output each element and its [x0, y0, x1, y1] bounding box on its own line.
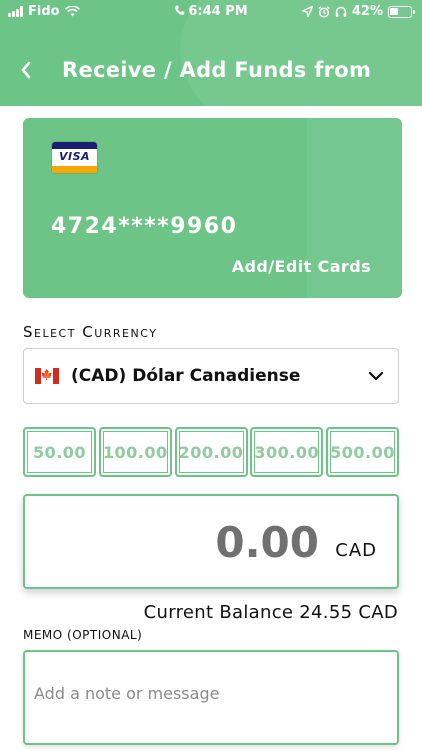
- time-label: 6:44 PM: [188, 4, 248, 19]
- card-number: 4724****9960: [51, 214, 238, 239]
- battery-icon: [388, 5, 415, 18]
- headphones-icon: [335, 6, 347, 17]
- status-time: 6:44 PM: [0, 4, 422, 19]
- header: Fido 6:44 PM 42% Receive / Add Funds fro…: [0, 0, 422, 106]
- phone-icon: [175, 5, 185, 15]
- location-icon: [301, 6, 313, 17]
- amount-currency: CAD: [335, 540, 377, 561]
- amount-option-button[interactable]: 100.00: [98, 427, 172, 477]
- chevron-left-icon: [21, 61, 31, 79]
- add-edit-cards-link[interactable]: Add/Edit Cards: [232, 257, 371, 276]
- title-row: Receive / Add Funds from: [0, 52, 422, 88]
- canada-flag-icon: 🍁: [35, 368, 59, 384]
- page-title: Receive / Add Funds from: [62, 58, 372, 82]
- battery-label: 42%: [351, 4, 383, 19]
- visa-logo: VISA: [52, 142, 97, 173]
- card-brand: VISA: [58, 150, 91, 163]
- status-bar: Fido 6:44 PM 42%: [0, 0, 422, 24]
- currency-select[interactable]: 🍁 (CAD) Dólar Canadiense: [23, 348, 399, 404]
- amount-input[interactable]: 0.00 CAD: [23, 494, 399, 589]
- amount-options: 50.00 100.00 200.00 300.00 500.00: [23, 427, 399, 477]
- current-balance: Current Balance 24.55 CAD: [143, 602, 398, 623]
- amount-option-label: 300.00: [254, 442, 320, 462]
- amount-option-label: 500.00: [330, 442, 395, 462]
- currency-label: Select Currency: [23, 323, 158, 341]
- memo-label: MEMO (OPTIONAL): [23, 628, 143, 642]
- amount-option-label: 50.00: [32, 442, 87, 462]
- alarm-icon: [318, 5, 330, 18]
- currency-value: (CAD) Dólar Canadiense: [71, 366, 301, 386]
- memo-input[interactable]: Add a note or message: [23, 650, 399, 745]
- chevron-down-icon: [368, 370, 384, 382]
- payment-card[interactable]: VISA 4724****9960 Add/Edit Cards: [23, 118, 402, 298]
- status-right: 42%: [301, 4, 415, 19]
- amount-option-label: 100.00: [102, 442, 168, 462]
- amount-value: 0.00: [215, 518, 319, 567]
- amount-option-button[interactable]: 200.00: [174, 427, 248, 477]
- amount-option-button[interactable]: 50.00: [23, 427, 96, 477]
- memo-placeholder: Add a note or message: [34, 684, 220, 703]
- amount-option-button[interactable]: 500.00: [326, 427, 399, 477]
- amount-option-label: 200.00: [178, 442, 244, 462]
- back-button[interactable]: [0, 52, 52, 88]
- amount-option-button[interactable]: 300.00: [250, 427, 324, 477]
